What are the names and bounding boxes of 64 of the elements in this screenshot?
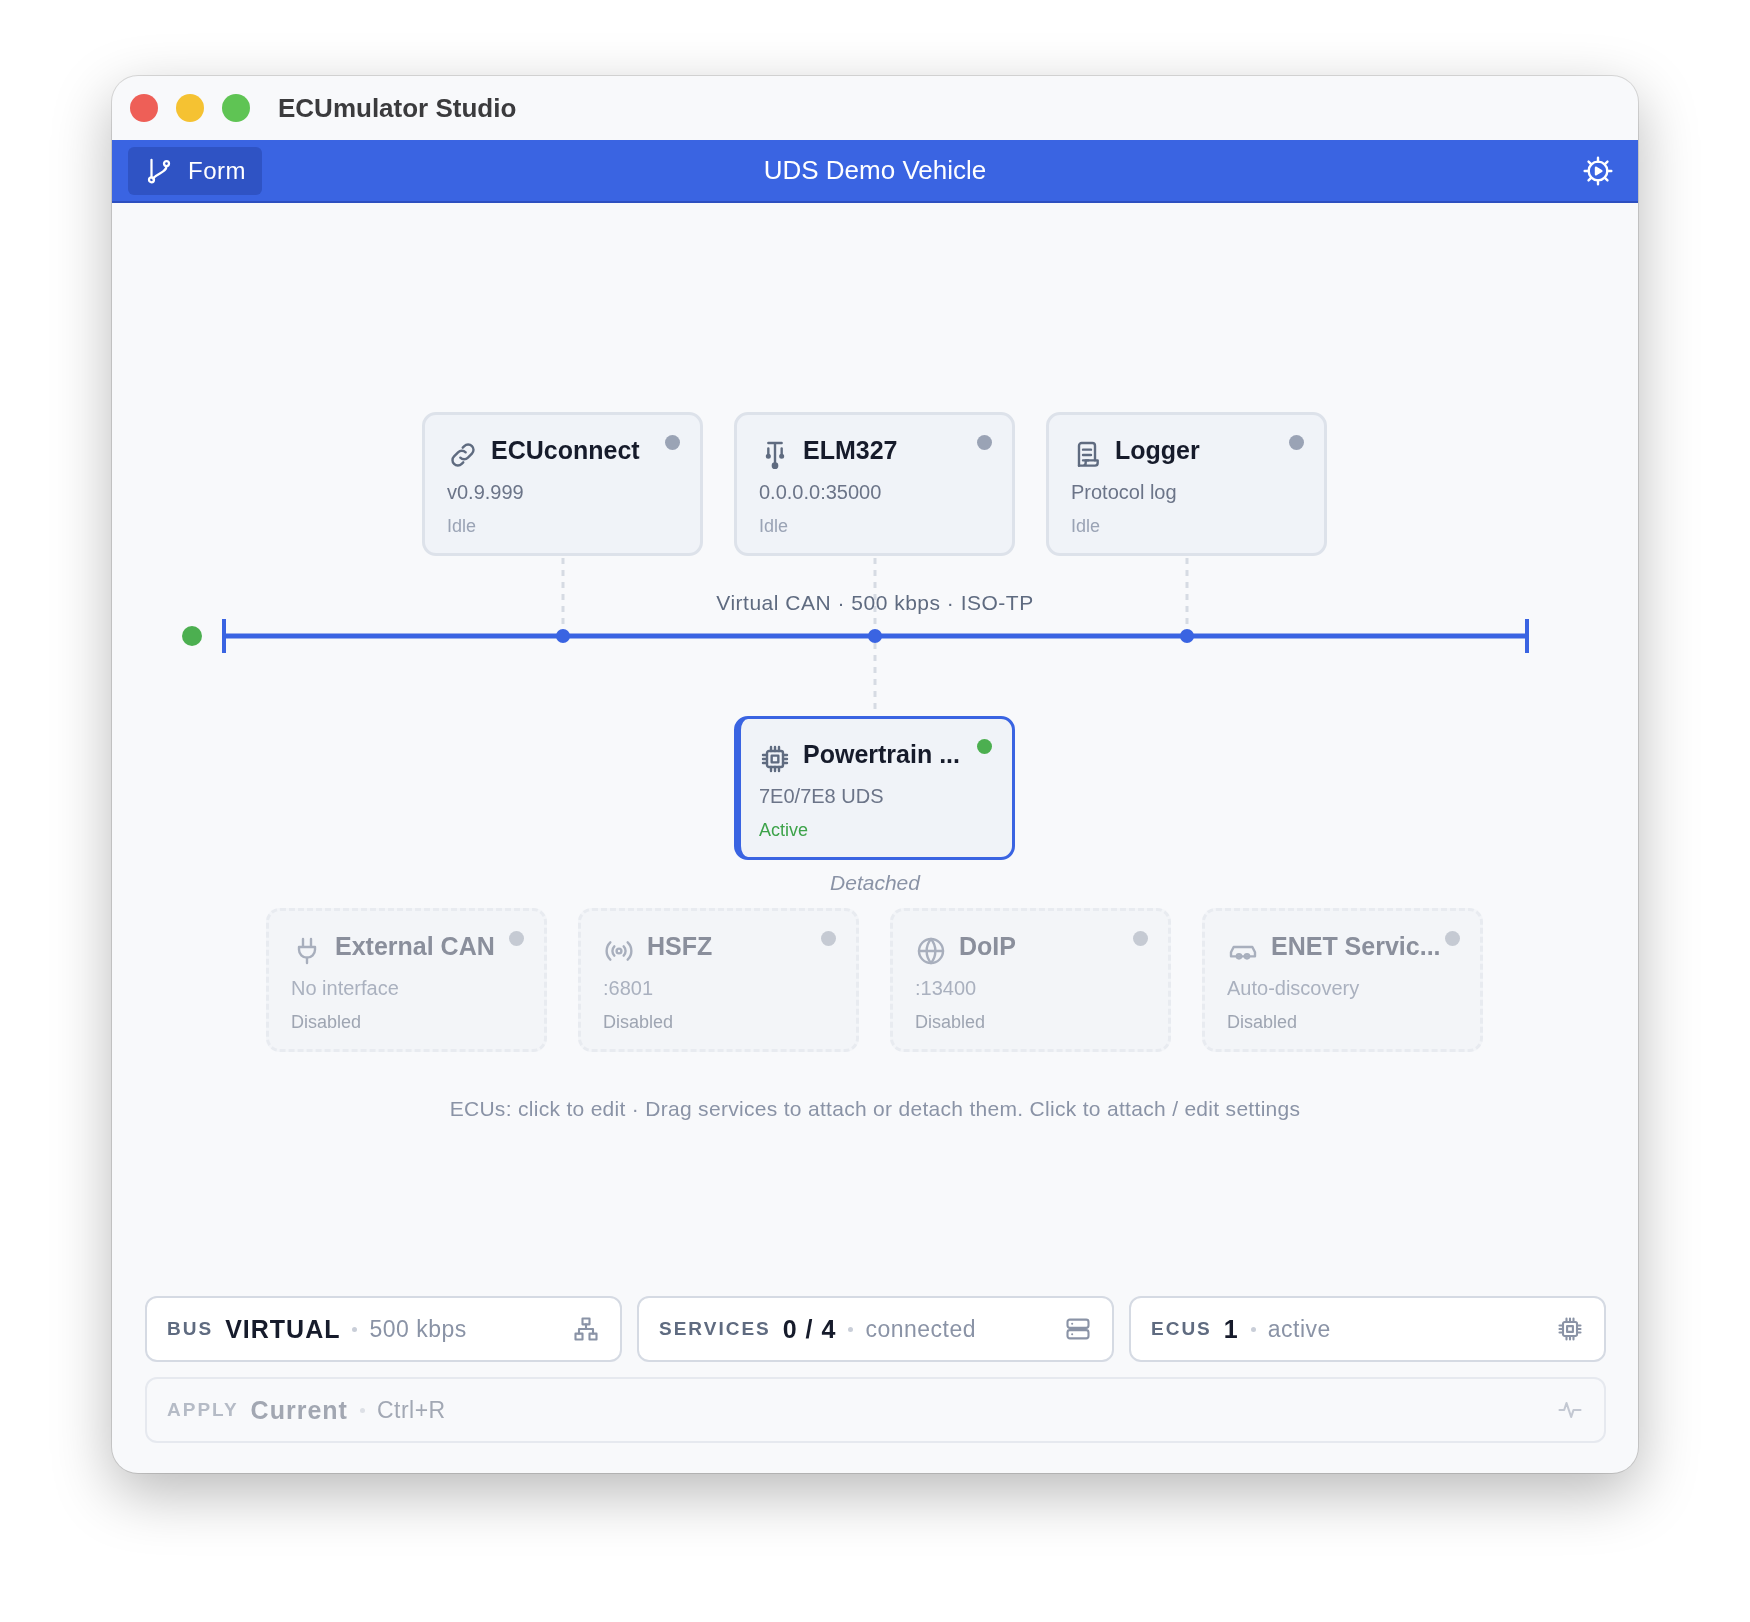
stat-detail: 500 kbps: [369, 1315, 467, 1343]
stat-value: 1: [1223, 1314, 1239, 1344]
stat-value: VIRTUAL: [225, 1314, 341, 1344]
node-status: Idle: [759, 516, 790, 537]
stat-value: 0 / 4: [782, 1314, 837, 1344]
node-detail: v0.9.999: [447, 481, 525, 504]
separator-dot: [848, 1326, 854, 1332]
status-panel[interactable]: SERVICES 0 / 4 connected: [637, 1296, 1114, 1362]
node-detail: 0.0.0.0:35000: [759, 481, 883, 504]
globe-icon: [915, 935, 947, 967]
close-button[interactable]: [130, 94, 158, 122]
tap-dot: [1180, 629, 1194, 643]
vehicle-title: UDS Demo Vehicle: [763, 155, 987, 186]
node-title: Powertrain ...: [803, 739, 960, 769]
node-detail: Auto-discovery: [1227, 977, 1361, 1000]
separator-dot: [359, 1407, 365, 1413]
node-title: ECUconnect: [491, 435, 640, 465]
node-detail: :13400: [915, 977, 978, 1000]
stat-detail: connected: [865, 1315, 977, 1343]
node-card[interactable]: ELM327 0.0.0.0:35000 Idle: [734, 412, 1015, 556]
stat-detail: active: [1267, 1315, 1331, 1343]
node-status: Disabled: [291, 1012, 363, 1033]
separator-dot: [1250, 1326, 1256, 1332]
tap-dot: [868, 629, 882, 643]
bus-label: Virtual CAN · 500 kbps · ISO-TP: [715, 591, 1035, 615]
node-detail: :6801: [603, 977, 655, 1000]
chip-icon: [1556, 1315, 1584, 1343]
stat-label: BUS: [167, 1318, 214, 1340]
tap-dot: [556, 629, 570, 643]
node-title: ENET Servic...: [1271, 931, 1441, 961]
node-status: Idle: [1071, 516, 1102, 537]
node-status: Disabled: [915, 1012, 987, 1033]
node-card[interactable]: Logger Protocol log Idle: [1046, 412, 1327, 556]
separator-dot: [352, 1326, 358, 1332]
node-title: ELM327: [803, 435, 898, 465]
stat-label: APPLY: [167, 1399, 239, 1421]
node-title: Logger: [1115, 435, 1200, 465]
stat-detail: Ctrl+R: [376, 1396, 446, 1424]
node-detail: 7E0/7E8 UDS: [759, 785, 885, 808]
node-detail: No interface: [291, 977, 400, 1000]
network-icon: [572, 1315, 600, 1343]
node-status: Disabled: [603, 1012, 675, 1033]
window-title: ECUmulator Studio: [278, 92, 517, 124]
chip-icon: [759, 743, 791, 775]
node-title: External CAN: [335, 931, 495, 961]
status-panel[interactable]: ECUS 1 active: [1129, 1296, 1606, 1362]
hint-text: ECUs: click to edit · Drag services to attach or detach them. Click to attach / edit settings: [448, 1097, 1302, 1121]
node-status: Idle: [447, 516, 478, 537]
node-status: Disabled: [1227, 1012, 1299, 1033]
settings-icon[interactable]: [1582, 154, 1614, 187]
minimize-button[interactable]: [176, 94, 204, 122]
stat-label: ECUS: [1151, 1318, 1212, 1340]
status-panel[interactable]: BUS VIRTUAL 500 kbps: [145, 1296, 622, 1362]
node-card[interactable]: ECUconnect v0.9.999 Idle: [422, 412, 703, 556]
section-caption: Detached: [829, 871, 922, 895]
node-status: Active: [759, 820, 810, 841]
form-button[interactable]: Form: [128, 146, 262, 195]
node-detail: Protocol log: [1071, 481, 1178, 504]
zoom-button[interactable]: [222, 94, 250, 122]
stat-label: SERVICES: [659, 1318, 771, 1340]
stat-value: Current: [250, 1395, 348, 1425]
node-card[interactable]: Powertrain ... 7E0/7E8 UDS Active: [734, 716, 1015, 860]
node-title: DoIP: [959, 931, 1016, 961]
node-title: HSFZ: [647, 931, 713, 961]
